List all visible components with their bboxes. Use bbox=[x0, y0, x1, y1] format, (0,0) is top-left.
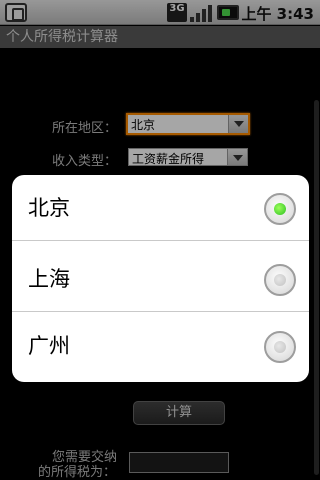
option-label: 上海 bbox=[28, 267, 70, 291]
option-shanghai[interactable]: 上海 bbox=[12, 246, 309, 312]
option-label: 北京 bbox=[28, 196, 70, 220]
option-beijing[interactable]: 北京 bbox=[12, 175, 309, 241]
option-label: 广州 bbox=[28, 334, 70, 358]
radio-checked-icon[interactable] bbox=[264, 193, 296, 225]
option-guangzhou[interactable]: 广州 bbox=[12, 313, 309, 379]
radio-unchecked-icon[interactable] bbox=[264, 264, 296, 296]
region-choice-dialog: 北京 上海 广州 bbox=[12, 175, 309, 382]
radio-unchecked-icon[interactable] bbox=[264, 331, 296, 363]
